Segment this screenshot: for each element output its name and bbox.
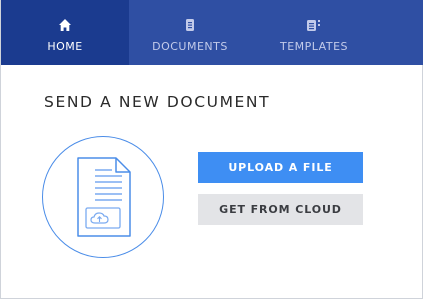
app-window: HOME DOCUMENTS TEMPLATES SEND A NEW DOCU… xyxy=(0,0,423,299)
tab-home-label: HOME xyxy=(47,40,83,53)
tab-documents-label: DOCUMENTS xyxy=(152,40,228,53)
top-navigation-bar: HOME DOCUMENTS TEMPLATES xyxy=(1,0,423,65)
page-title: SEND A NEW DOCUMENT xyxy=(44,93,271,111)
home-icon xyxy=(1,18,129,32)
templates-icon xyxy=(251,18,377,32)
documents-icon xyxy=(129,18,251,32)
tab-templates[interactable]: TEMPLATES xyxy=(251,0,377,65)
tab-templates-label: TEMPLATES xyxy=(280,40,348,53)
document-upload-icon xyxy=(42,136,164,258)
tab-home[interactable]: HOME xyxy=(1,0,129,65)
tab-documents[interactable]: DOCUMENTS xyxy=(129,0,251,65)
get-from-cloud-button[interactable]: GET FROM CLOUD xyxy=(198,194,363,225)
upload-file-button[interactable]: UPLOAD A FILE xyxy=(198,152,363,183)
